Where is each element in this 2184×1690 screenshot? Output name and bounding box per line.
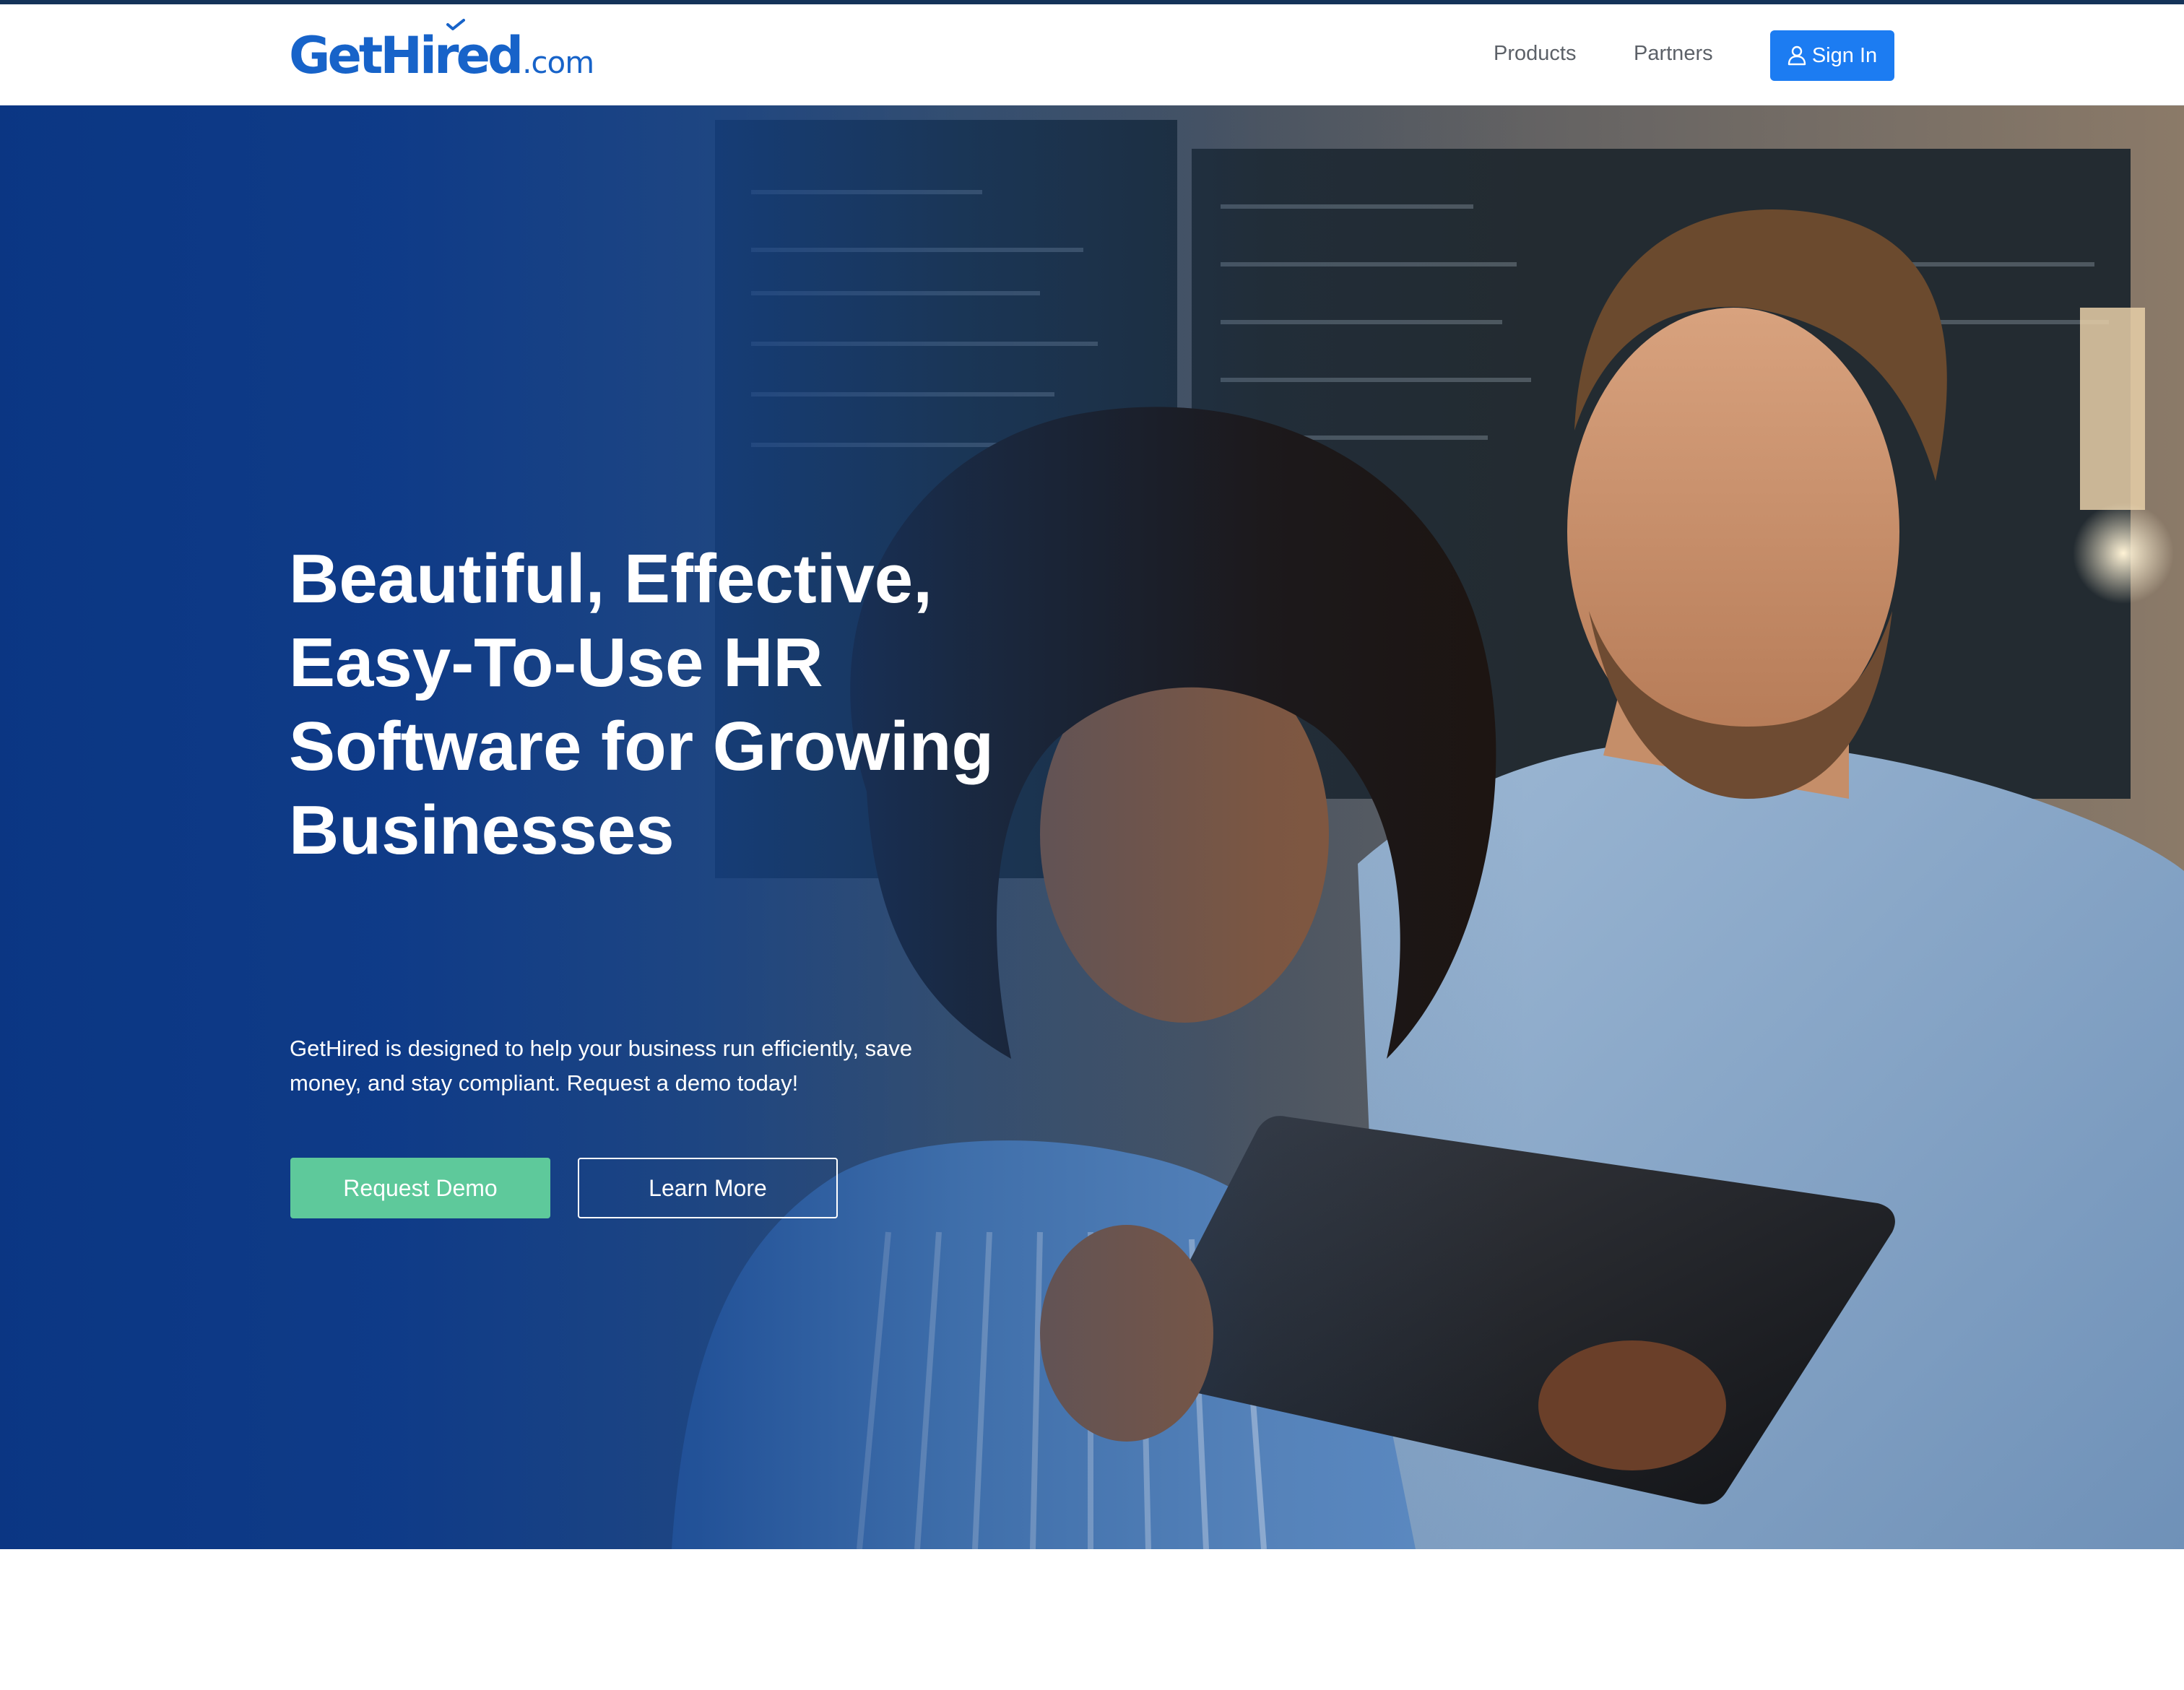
hero-subtitle: GetHired is designed to help your busine… bbox=[290, 1036, 913, 1096]
sign-in-label: Sign In bbox=[1811, 43, 1878, 67]
hero-headline: Beautiful, Effective, Easy-To-Use HR Sof… bbox=[289, 540, 994, 869]
site-header: GetHired .com Products Partners Sign In bbox=[0, 4, 2184, 105]
logo-wordmark: GetHired bbox=[289, 26, 524, 85]
user-icon bbox=[1788, 46, 1806, 66]
logo-check-icon bbox=[446, 19, 465, 30]
sign-in-button[interactable]: Sign In bbox=[1770, 30, 1894, 81]
logo-tld: .com bbox=[522, 45, 594, 80]
gethired-logo[interactable]: GetHired .com bbox=[289, 19, 594, 85]
request-demo-button[interactable]: Request Demo bbox=[290, 1158, 550, 1218]
nav-partners-link[interactable]: Partners bbox=[1634, 42, 1713, 66]
learn-more-button[interactable]: Learn More bbox=[578, 1158, 838, 1218]
nav-products-link[interactable]: Products bbox=[1494, 42, 1576, 66]
page-content-below-hero bbox=[0, 1549, 2184, 1690]
hero-section: Beautiful, Effective, Easy-To-Use HR Sof… bbox=[0, 105, 2184, 1549]
